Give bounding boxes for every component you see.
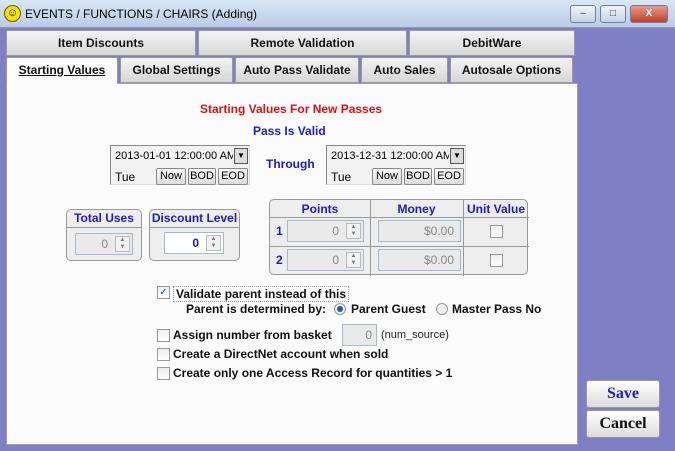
total-uses-label: Total Uses bbox=[67, 210, 141, 228]
minimize-button[interactable]: – bbox=[570, 5, 596, 23]
cancel-button[interactable]: Cancel bbox=[586, 410, 660, 438]
master-pass-label[interactable]: Master Pass No bbox=[452, 302, 541, 316]
discount-level-value: 0 bbox=[192, 236, 199, 250]
access-record-label[interactable]: Create only one Access Record for quanti… bbox=[173, 366, 452, 380]
close-button[interactable]: X bbox=[630, 5, 668, 23]
validate-parent-checkbox[interactable]: ✓ bbox=[157, 286, 170, 299]
end-day: Tue bbox=[331, 170, 352, 184]
tab-autosale-options[interactable]: Autosale Options bbox=[450, 57, 573, 83]
directnet-label[interactable]: Create a DirectNet account when sold bbox=[173, 347, 388, 361]
points-value: 0 bbox=[332, 253, 339, 267]
end-date-picker[interactable]: 2013-12-31 12:00:00 AM ▼ Tue Now BOD EOD bbox=[326, 145, 466, 185]
start-eod-button[interactable]: EOD bbox=[218, 168, 248, 185]
master-pass-radio[interactable] bbox=[436, 303, 448, 315]
end-date-value[interactable]: 2013-12-31 12:00:00 AM bbox=[331, 150, 449, 162]
directnet-checkbox[interactable] bbox=[157, 348, 170, 361]
points-spinner-1[interactable]: 0 ▲ ▼ bbox=[287, 220, 364, 242]
parent-by-label: Parent is determined by: bbox=[186, 302, 327, 316]
end-eod-button[interactable]: EOD bbox=[434, 168, 464, 185]
basket-number-field[interactable]: 0 bbox=[342, 324, 377, 346]
start-bod-button[interactable]: BOD bbox=[188, 168, 216, 185]
start-date-value[interactable]: 2013-01-01 12:00:00 AM bbox=[115, 150, 233, 162]
tab-remote-validation[interactable]: Remote Validation bbox=[198, 30, 407, 56]
tab-debitware[interactable]: DebitWare bbox=[409, 30, 575, 56]
discount-level-spinner[interactable]: 0 ▲ ▼ bbox=[164, 232, 224, 254]
assign-number-label[interactable]: Assign number from basket bbox=[173, 328, 332, 342]
points-spinner-2[interactable]: 0 ▲ ▼ bbox=[287, 249, 364, 271]
parent-guest-radio[interactable] bbox=[334, 303, 346, 315]
start-day: Tue bbox=[115, 170, 136, 184]
smiley-icon: ☺ bbox=[4, 5, 21, 22]
spinner-arrows-icon[interactable]: ▲ ▼ bbox=[206, 235, 221, 251]
parent-guest-label[interactable]: Parent Guest bbox=[351, 302, 426, 316]
dropdown-arrow-icon[interactable]: ▼ bbox=[234, 148, 248, 164]
money-field-1[interactable]: $0.00 bbox=[378, 220, 461, 242]
total-uses-spinner[interactable]: 0 ▲ ▼ bbox=[75, 233, 133, 255]
total-uses-group: Total Uses 0 ▲ ▼ bbox=[66, 209, 142, 261]
tab-auto-pass-validate[interactable]: Auto Pass Validate bbox=[235, 57, 359, 83]
assign-number-checkbox[interactable] bbox=[157, 329, 170, 342]
tab-starting-values[interactable]: Starting Values bbox=[6, 57, 118, 84]
spinner-arrows-icon[interactable]: ▲ ▼ bbox=[346, 252, 361, 268]
dropdown-arrow-icon[interactable]: ▼ bbox=[450, 148, 464, 164]
title-bar: ☺ EVENTS / FUNCTIONS / CHAIRS (Adding) –… bbox=[0, 0, 675, 28]
maximize-button[interactable]: □ bbox=[600, 5, 626, 23]
through-label: Through bbox=[266, 157, 315, 171]
total-uses-value: 0 bbox=[101, 237, 108, 251]
points-header: Points bbox=[301, 202, 339, 216]
money-field-2[interactable]: $0.00 bbox=[378, 249, 461, 271]
row-number: 1 bbox=[276, 224, 283, 238]
points-value: 0 bbox=[332, 224, 339, 238]
discount-level-label: Discount Level bbox=[150, 210, 239, 228]
discount-level-group: Discount Level 0 ▲ ▼ bbox=[149, 209, 240, 261]
section-heading: Starting Values For New Passes bbox=[200, 102, 383, 116]
window-title: EVENTS / FUNCTIONS / CHAIRS (Adding) bbox=[25, 7, 258, 21]
money-header: Money bbox=[397, 202, 436, 216]
unit-value-checkbox-1[interactable] bbox=[490, 225, 503, 238]
row-number: 2 bbox=[276, 253, 283, 267]
start-now-button[interactable]: Now bbox=[156, 168, 186, 185]
unit-value-header: Unit Value bbox=[466, 202, 525, 216]
access-record-checkbox[interactable] bbox=[157, 367, 170, 380]
end-bod-button[interactable]: BOD bbox=[404, 168, 432, 185]
unit-value-checkbox-2[interactable] bbox=[490, 254, 503, 267]
tab-auto-sales[interactable]: Auto Sales bbox=[361, 57, 448, 83]
tab-global-settings[interactable]: Global Settings bbox=[120, 57, 233, 83]
pass-valid-label: Pass Is Valid bbox=[253, 124, 326, 138]
points-money-grid: Points Money Unit Value 1 0 ▲ ▼ $0.00 2 0 ▲… bbox=[269, 199, 529, 276]
tab-item-discounts[interactable]: Item Discounts bbox=[6, 30, 196, 56]
start-date-picker[interactable]: 2013-01-01 12:00:00 AM ▼ Tue Now BOD EOD bbox=[110, 145, 250, 185]
end-now-button[interactable]: Now bbox=[372, 168, 402, 185]
save-button[interactable]: Save bbox=[586, 380, 660, 408]
spinner-arrows-icon[interactable]: ▲ ▼ bbox=[346, 223, 361, 239]
validate-parent-label[interactable]: Validate parent instead of this bbox=[173, 286, 350, 302]
spinner-arrows-icon[interactable]: ▲ ▼ bbox=[115, 236, 130, 252]
num-source-note: (num_source) bbox=[381, 329, 449, 341]
